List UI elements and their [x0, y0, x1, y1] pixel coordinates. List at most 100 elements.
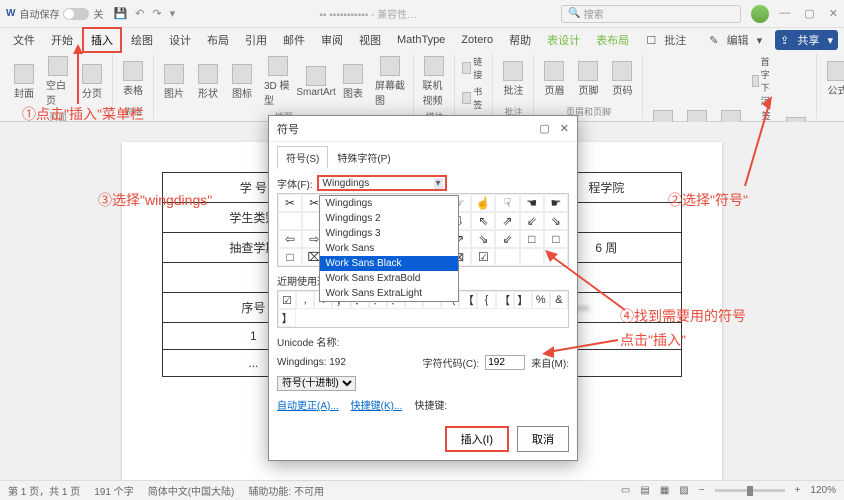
tab-draw[interactable]: 绘图: [124, 29, 160, 51]
tab-mailings[interactable]: 邮件: [276, 29, 312, 51]
web-layout-icon[interactable]: ▨: [679, 485, 688, 496]
edit-button[interactable]: ✎ 编辑 ▾: [704, 30, 767, 50]
equation-button[interactable]: 公式: [821, 54, 844, 104]
read-mode-icon[interactable]: ▤: [640, 485, 649, 496]
tab-tabledesign[interactable]: 表设计: [540, 29, 587, 51]
symbol-cell[interactable]: [495, 248, 519, 266]
font-option[interactable]: Work Sans ExtraBold: [320, 271, 458, 286]
font-option[interactable]: Wingdings 2: [320, 211, 458, 226]
symbol-cell[interactable]: ✂: [278, 194, 302, 212]
close-icon[interactable]: ✕: [829, 7, 838, 20]
dialog-close-icon[interactable]: ✕: [560, 122, 569, 135]
pagenum-button[interactable]: 页码: [606, 54, 638, 104]
icons-button[interactable]: 图标: [226, 54, 258, 109]
symbol-cell[interactable]: ☛: [544, 194, 568, 212]
recent-symbol[interactable]: ☑: [278, 291, 296, 309]
cancel-button[interactable]: 取消: [517, 426, 569, 452]
symbol-cell[interactable]: ⇙: [520, 212, 544, 230]
tab-special-chars[interactable]: 特殊字符(P): [328, 146, 399, 169]
recent-symbol[interactable]: ,: [296, 291, 314, 309]
status-accessibility[interactable]: 辅助功能: 不可用: [248, 483, 324, 498]
insert-button[interactable]: 插入(I): [445, 426, 509, 452]
symbol-cell[interactable]: [278, 212, 302, 230]
font-combo[interactable]: Wingdings Wingdings Wingdings 2 Wingding…: [317, 175, 447, 191]
smartart-button[interactable]: SmartArt: [297, 54, 335, 109]
tab-design[interactable]: 设计: [162, 29, 198, 51]
font-option[interactable]: Wingdings: [320, 196, 458, 211]
symbol-cell[interactable]: □: [544, 230, 568, 248]
recent-symbol[interactable]: 【: [459, 291, 477, 309]
zoom-out-icon[interactable]: −: [699, 485, 705, 496]
recent-symbol[interactable]: {: [477, 291, 495, 309]
tab-mathtype[interactable]: MathType: [390, 31, 452, 49]
tab-references[interactable]: 引用: [238, 29, 274, 51]
comments-button[interactable]: ☐ 批注: [641, 30, 696, 50]
font-option[interactable]: Wingdings 3: [320, 226, 458, 241]
table-button[interactable]: 表格: [117, 54, 149, 104]
link-button[interactable]: 链接: [459, 54, 488, 82]
online-video-button[interactable]: 联机视频: [418, 54, 450, 109]
header-button[interactable]: 页眉: [538, 54, 570, 104]
status-page[interactable]: 第 1 页，共 1 页: [8, 483, 80, 498]
search-input[interactable]: 🔍 搜索: [561, 5, 741, 23]
screenshot-button[interactable]: 屏幕截图: [371, 54, 409, 109]
symbol-cell[interactable]: [544, 248, 568, 266]
tab-symbols[interactable]: 符号(S): [277, 146, 328, 169]
symbol-cell[interactable]: ⇦: [278, 230, 302, 248]
tab-view[interactable]: 视图: [352, 29, 388, 51]
symbol-cell[interactable]: ⇖: [471, 212, 495, 230]
status-words[interactable]: 191 个字: [94, 483, 133, 498]
dialog-titlebar[interactable]: 符号 ▢✕: [269, 116, 577, 142]
recent-symbol[interactable]: 】: [514, 291, 532, 309]
symbol-cell[interactable]: ☟: [495, 194, 519, 212]
font-option[interactable]: Work Sans ExtraLight: [320, 286, 458, 301]
symbol-cell[interactable]: ⇘: [544, 212, 568, 230]
page-break-button[interactable]: 分页: [76, 54, 108, 109]
zoom-slider[interactable]: [715, 489, 785, 492]
minimize-icon[interactable]: —: [779, 7, 790, 20]
symbol-cell[interactable]: [520, 248, 544, 266]
recent-symbol[interactable]: 】: [278, 309, 296, 327]
symbol-cell[interactable]: ☚: [520, 194, 544, 212]
zoom-in-icon[interactable]: +: [795, 485, 801, 496]
autosave-toggle[interactable]: W 自动保存 关: [6, 6, 103, 21]
from-select[interactable]: 符号(十进制): [277, 376, 356, 391]
tab-zotero[interactable]: Zotero: [454, 31, 500, 49]
recent-symbol[interactable]: 【: [496, 291, 514, 309]
toggle-icon[interactable]: [63, 8, 89, 20]
shortcut-link[interactable]: 快捷键(K)...: [351, 397, 403, 412]
chart-button[interactable]: 图表: [337, 54, 369, 109]
dialog-max-icon[interactable]: ▢: [539, 122, 549, 135]
tab-layout[interactable]: 布局: [200, 29, 236, 51]
undo-icon[interactable]: ↶: [135, 7, 144, 20]
symbol-cell[interactable]: ☑: [471, 248, 495, 266]
recent-symbol[interactable]: %: [532, 291, 550, 309]
tab-review[interactable]: 审阅: [314, 29, 350, 51]
comment-button[interactable]: 批注: [497, 54, 529, 104]
status-lang[interactable]: 简体中文(中国大陆): [148, 483, 235, 498]
tab-home[interactable]: 开始: [44, 29, 80, 51]
redo-icon[interactable]: ↷: [152, 7, 161, 20]
tab-insert[interactable]: 插入: [82, 27, 122, 53]
maximize-icon[interactable]: ▢: [804, 7, 814, 20]
focus-mode-icon[interactable]: ▭: [621, 485, 630, 496]
footer-button[interactable]: 页脚: [572, 54, 604, 104]
print-layout-icon[interactable]: ▦: [660, 485, 669, 496]
tab-file[interactable]: 文件: [6, 29, 42, 51]
font-option[interactable]: Work Sans Black: [320, 256, 458, 271]
shapes-button[interactable]: 形状: [192, 54, 224, 109]
symbol-cell[interactable]: ☝: [471, 194, 495, 212]
bookmark-button[interactable]: 书签: [459, 84, 488, 112]
symbol-cell[interactable]: □: [278, 248, 302, 266]
symbol-cell[interactable]: ⇘: [471, 230, 495, 248]
tab-tablelayout[interactable]: 表布局: [589, 29, 636, 51]
3dmodel-button[interactable]: 3D 模型: [260, 54, 295, 109]
charcode-input[interactable]: [485, 355, 525, 370]
autocorrect-link[interactable]: 自动更正(A)...: [277, 397, 339, 412]
save-icon[interactable]: 💾: [113, 7, 127, 20]
zoom-value[interactable]: 120%: [810, 485, 836, 496]
cover-page-button[interactable]: 封面: [8, 54, 40, 109]
recent-symbol[interactable]: &: [550, 291, 568, 309]
symbol-cell[interactable]: □: [520, 230, 544, 248]
pictures-button[interactable]: 图片: [158, 54, 190, 109]
